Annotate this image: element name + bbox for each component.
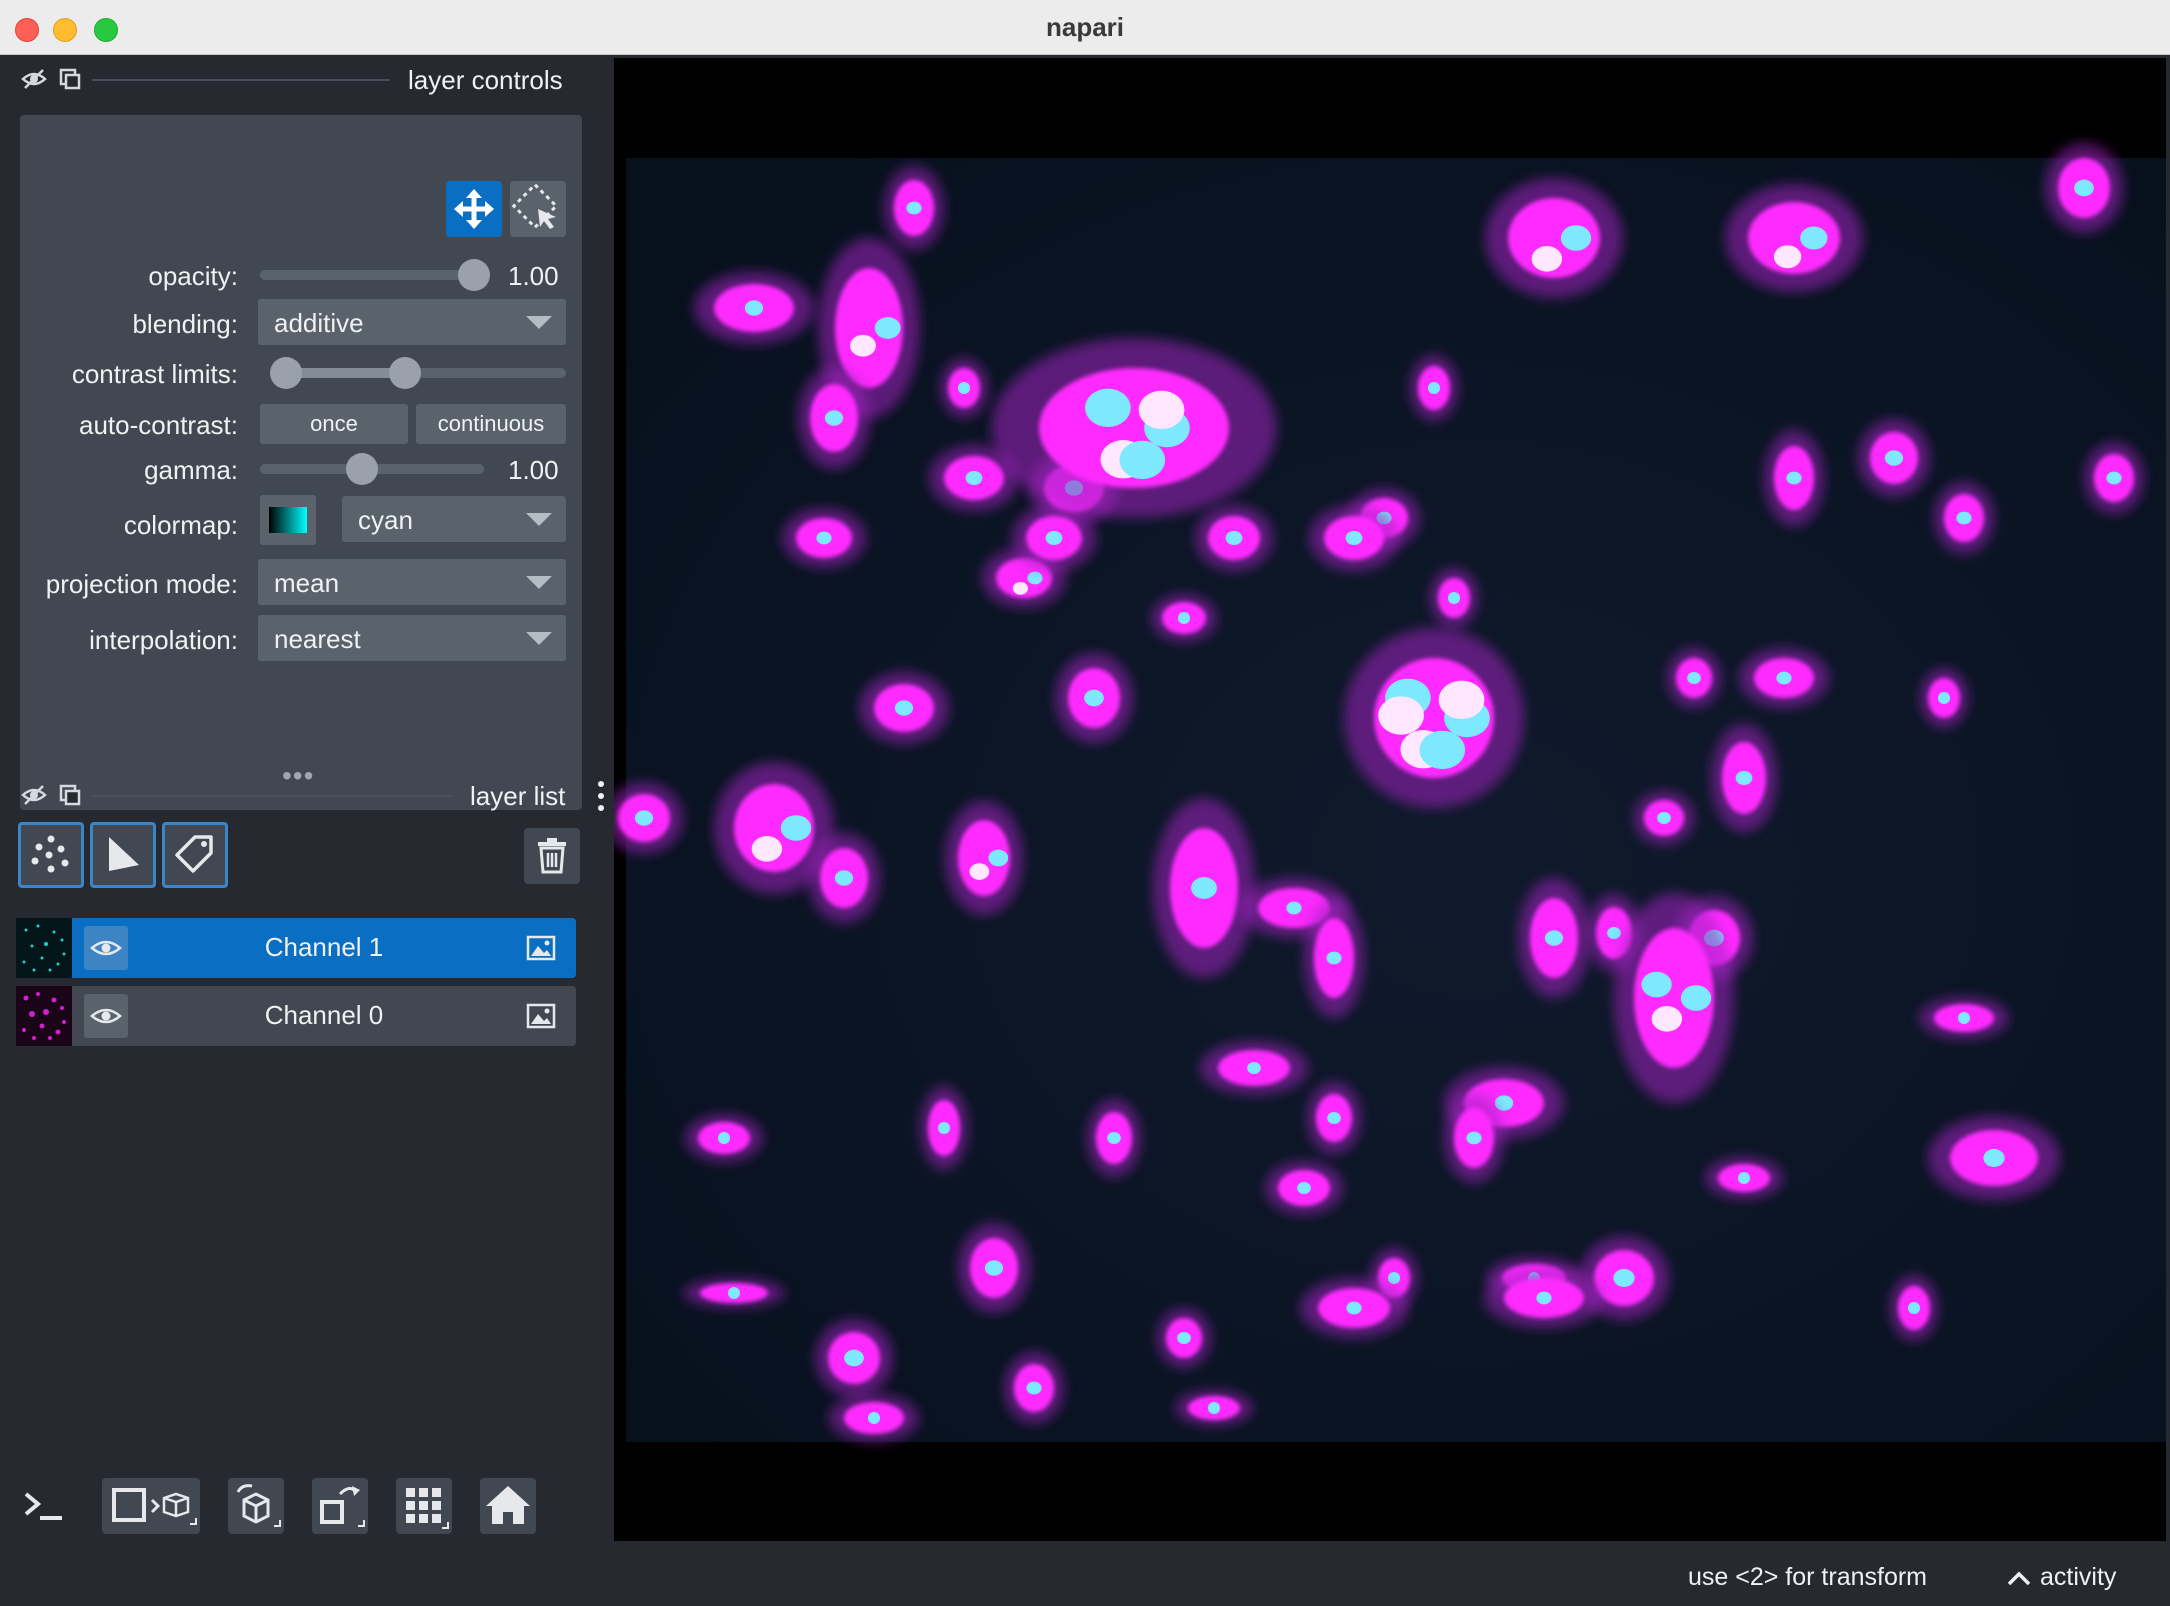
header-divider (92, 79, 390, 81)
transpose-icon (320, 1486, 365, 1527)
layer-row-channel-1[interactable]: Channel 1 (16, 918, 576, 978)
title-bar: napari (0, 0, 2170, 55)
console-button[interactable] (18, 1478, 74, 1534)
new-points-layer-button[interactable] (18, 822, 84, 888)
ndisplay-toggle-icon (112, 1488, 197, 1525)
projection-mode-label: projection mode: (45, 569, 238, 599)
eye-toggle-icon[interactable] (20, 781, 48, 809)
layer-thumbnail (16, 918, 72, 978)
more-options-icon[interactable] (596, 779, 606, 815)
projection-mode-value: mean (274, 568, 340, 598)
blending-value: additive (274, 308, 364, 338)
shapes-icon (109, 837, 139, 871)
layer-row-body[interactable]: Channel 1 (72, 918, 576, 978)
select-transform-icon (511, 182, 559, 230)
contrast-high-handle[interactable] (388, 357, 421, 389)
ndisplay-toggle-button[interactable] (102, 1478, 200, 1534)
projection-mode-dropdown[interactable]: mean (258, 559, 566, 605)
float-panel-icon[interactable] (56, 781, 84, 809)
layer-list-header: layer list (0, 771, 614, 821)
contrast-low-handle[interactable] (270, 357, 302, 389)
layer-list-title: layer list (470, 781, 566, 811)
window-title: napari (1045, 12, 1125, 42)
gamma-label: gamma: (144, 455, 238, 485)
layer-thumbnail (16, 986, 72, 1046)
napari-window: napari layer controls opacity: 1.00 blen… (0, 0, 2170, 1606)
points-icon (31, 835, 69, 873)
opacity-value: 1.00 (508, 261, 559, 291)
new-shapes-layer-button[interactable] (90, 822, 156, 888)
activity-button[interactable]: activity (2040, 1563, 2116, 1592)
new-labels-layer-button[interactable] (162, 822, 228, 888)
chevron-down-icon (526, 513, 552, 526)
auto-contrast-once-button[interactable]: once (260, 404, 408, 444)
eye-toggle-icon[interactable] (20, 65, 48, 93)
trash-icon (538, 838, 566, 874)
layer-row-body[interactable]: Channel 0 (72, 986, 576, 1046)
layer-name: Channel 1 (264, 932, 384, 962)
float-panel-icon[interactable] (56, 65, 84, 93)
header-divider (92, 795, 452, 797)
chevron-up-icon[interactable] (2006, 1568, 2032, 1588)
layer-controls-title: layer controls (408, 65, 563, 95)
microscopy-image (605, 143, 2166, 1442)
layer-controls-panel: opacity: 1.00 blending: additive contras… (20, 115, 582, 810)
delete-layer-button[interactable] (524, 828, 580, 884)
contrast-limits-label: contrast limits: (71, 359, 238, 389)
console-icon (24, 1492, 62, 1520)
colormap-swatch[interactable] (260, 495, 316, 545)
opacity-slider-handle[interactable] (458, 259, 490, 291)
status-hint: use <2> for transform (1688, 1563, 1928, 1591)
channel-1-thumbnail (22, 924, 66, 972)
auto-contrast-label: auto-contrast: (79, 410, 238, 440)
grid-icon (406, 1488, 449, 1529)
layer-row-channel-0[interactable]: Channel 0 (16, 986, 576, 1046)
chevron-down-icon (526, 632, 552, 645)
viewer-canvas[interactable] (605, 58, 2166, 1542)
layer-controls-header: layer controls (0, 55, 614, 105)
gamma-value: 1.00 (508, 455, 559, 485)
pan-zoom-button[interactable] (446, 181, 502, 237)
interpolation-value: nearest (274, 624, 361, 654)
move-arrows-icon (454, 189, 494, 229)
colormap-value: cyan (358, 505, 413, 535)
colormap-preview (269, 507, 307, 533)
blending-dropdown[interactable]: additive (258, 299, 566, 345)
transpose-dims-button[interactable] (312, 1478, 368, 1534)
home-button[interactable] (480, 1478, 536, 1534)
image-layer-icon (526, 1003, 556, 1029)
layer-name: Channel 0 (264, 1000, 384, 1030)
label-tag-icon (175, 835, 213, 873)
interpolation-dropdown[interactable]: nearest (258, 615, 566, 661)
opacity-slider[interactable] (260, 270, 490, 280)
gamma-slider-handle[interactable] (346, 453, 379, 485)
contrast-limits-range (286, 368, 405, 378)
roll-dims-icon (236, 1484, 281, 1527)
grid-mode-button[interactable] (396, 1478, 452, 1534)
left-dock: layer controls opacity: 1.00 blending: a… (0, 55, 614, 1541)
roll-dims-button[interactable] (228, 1478, 284, 1534)
blending-label: blending: (132, 309, 238, 339)
colormap-dropdown[interactable]: cyan (342, 496, 566, 542)
colormap-label: colormap: (123, 510, 238, 540)
chevron-down-icon (526, 576, 552, 589)
interpolation-label: interpolation: (89, 625, 238, 655)
channel-0-thumbnail (22, 992, 66, 1040)
opacity-label: opacity: (148, 261, 238, 291)
home-icon (486, 1486, 530, 1524)
chevron-down-icon (526, 316, 552, 329)
image-layer-icon (526, 935, 556, 961)
auto-contrast-continuous-button[interactable]: continuous (416, 404, 566, 444)
transform-button[interactable] (510, 181, 566, 237)
